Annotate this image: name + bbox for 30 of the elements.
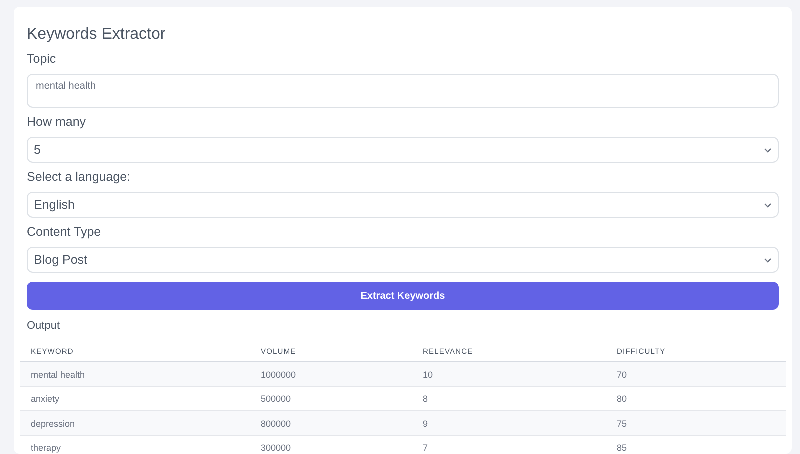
table-cell: 7 (423, 443, 428, 454)
chevron-down-icon (764, 202, 772, 208)
table-cell: 500000 (261, 394, 292, 404)
extract-keywords-button[interactable]: Extract Keywords (27, 282, 779, 310)
table-cell: 10 (423, 370, 434, 380)
chevron-down-icon (764, 258, 772, 262)
field-label: How many (27, 114, 88, 130)
select-field[interactable]: English (27, 192, 779, 218)
table-cell: 9 (423, 418, 428, 429)
topic-input[interactable]: mental health (27, 74, 779, 108)
table-cell: 1000000 (261, 370, 296, 380)
field-label: Topic (27, 51, 58, 67)
field-label: Content Type (27, 224, 102, 240)
table-cell: 85 (617, 443, 628, 454)
table-cell: 300000 (261, 443, 292, 454)
field-label: Select a language: (27, 169, 132, 185)
table-cell: 75 (617, 418, 628, 429)
form-title: Keywords Extractor (27, 25, 167, 45)
table-cell: 800000 (261, 418, 292, 429)
output-label: Output (27, 319, 62, 333)
table-cell: 8 (423, 394, 428, 404)
chevron-down-icon (764, 148, 772, 152)
select-field[interactable]: Blog Post (27, 247, 779, 273)
table-cell: depression (31, 418, 76, 429)
select-field[interactable]: 5 (27, 137, 779, 163)
table-cell: mental health (31, 370, 86, 380)
table-cell: 80 (617, 394, 628, 404)
table-cell: 70 (617, 370, 628, 380)
table-cell: therapy (31, 443, 62, 454)
table-cell: anxiety (31, 394, 60, 404)
